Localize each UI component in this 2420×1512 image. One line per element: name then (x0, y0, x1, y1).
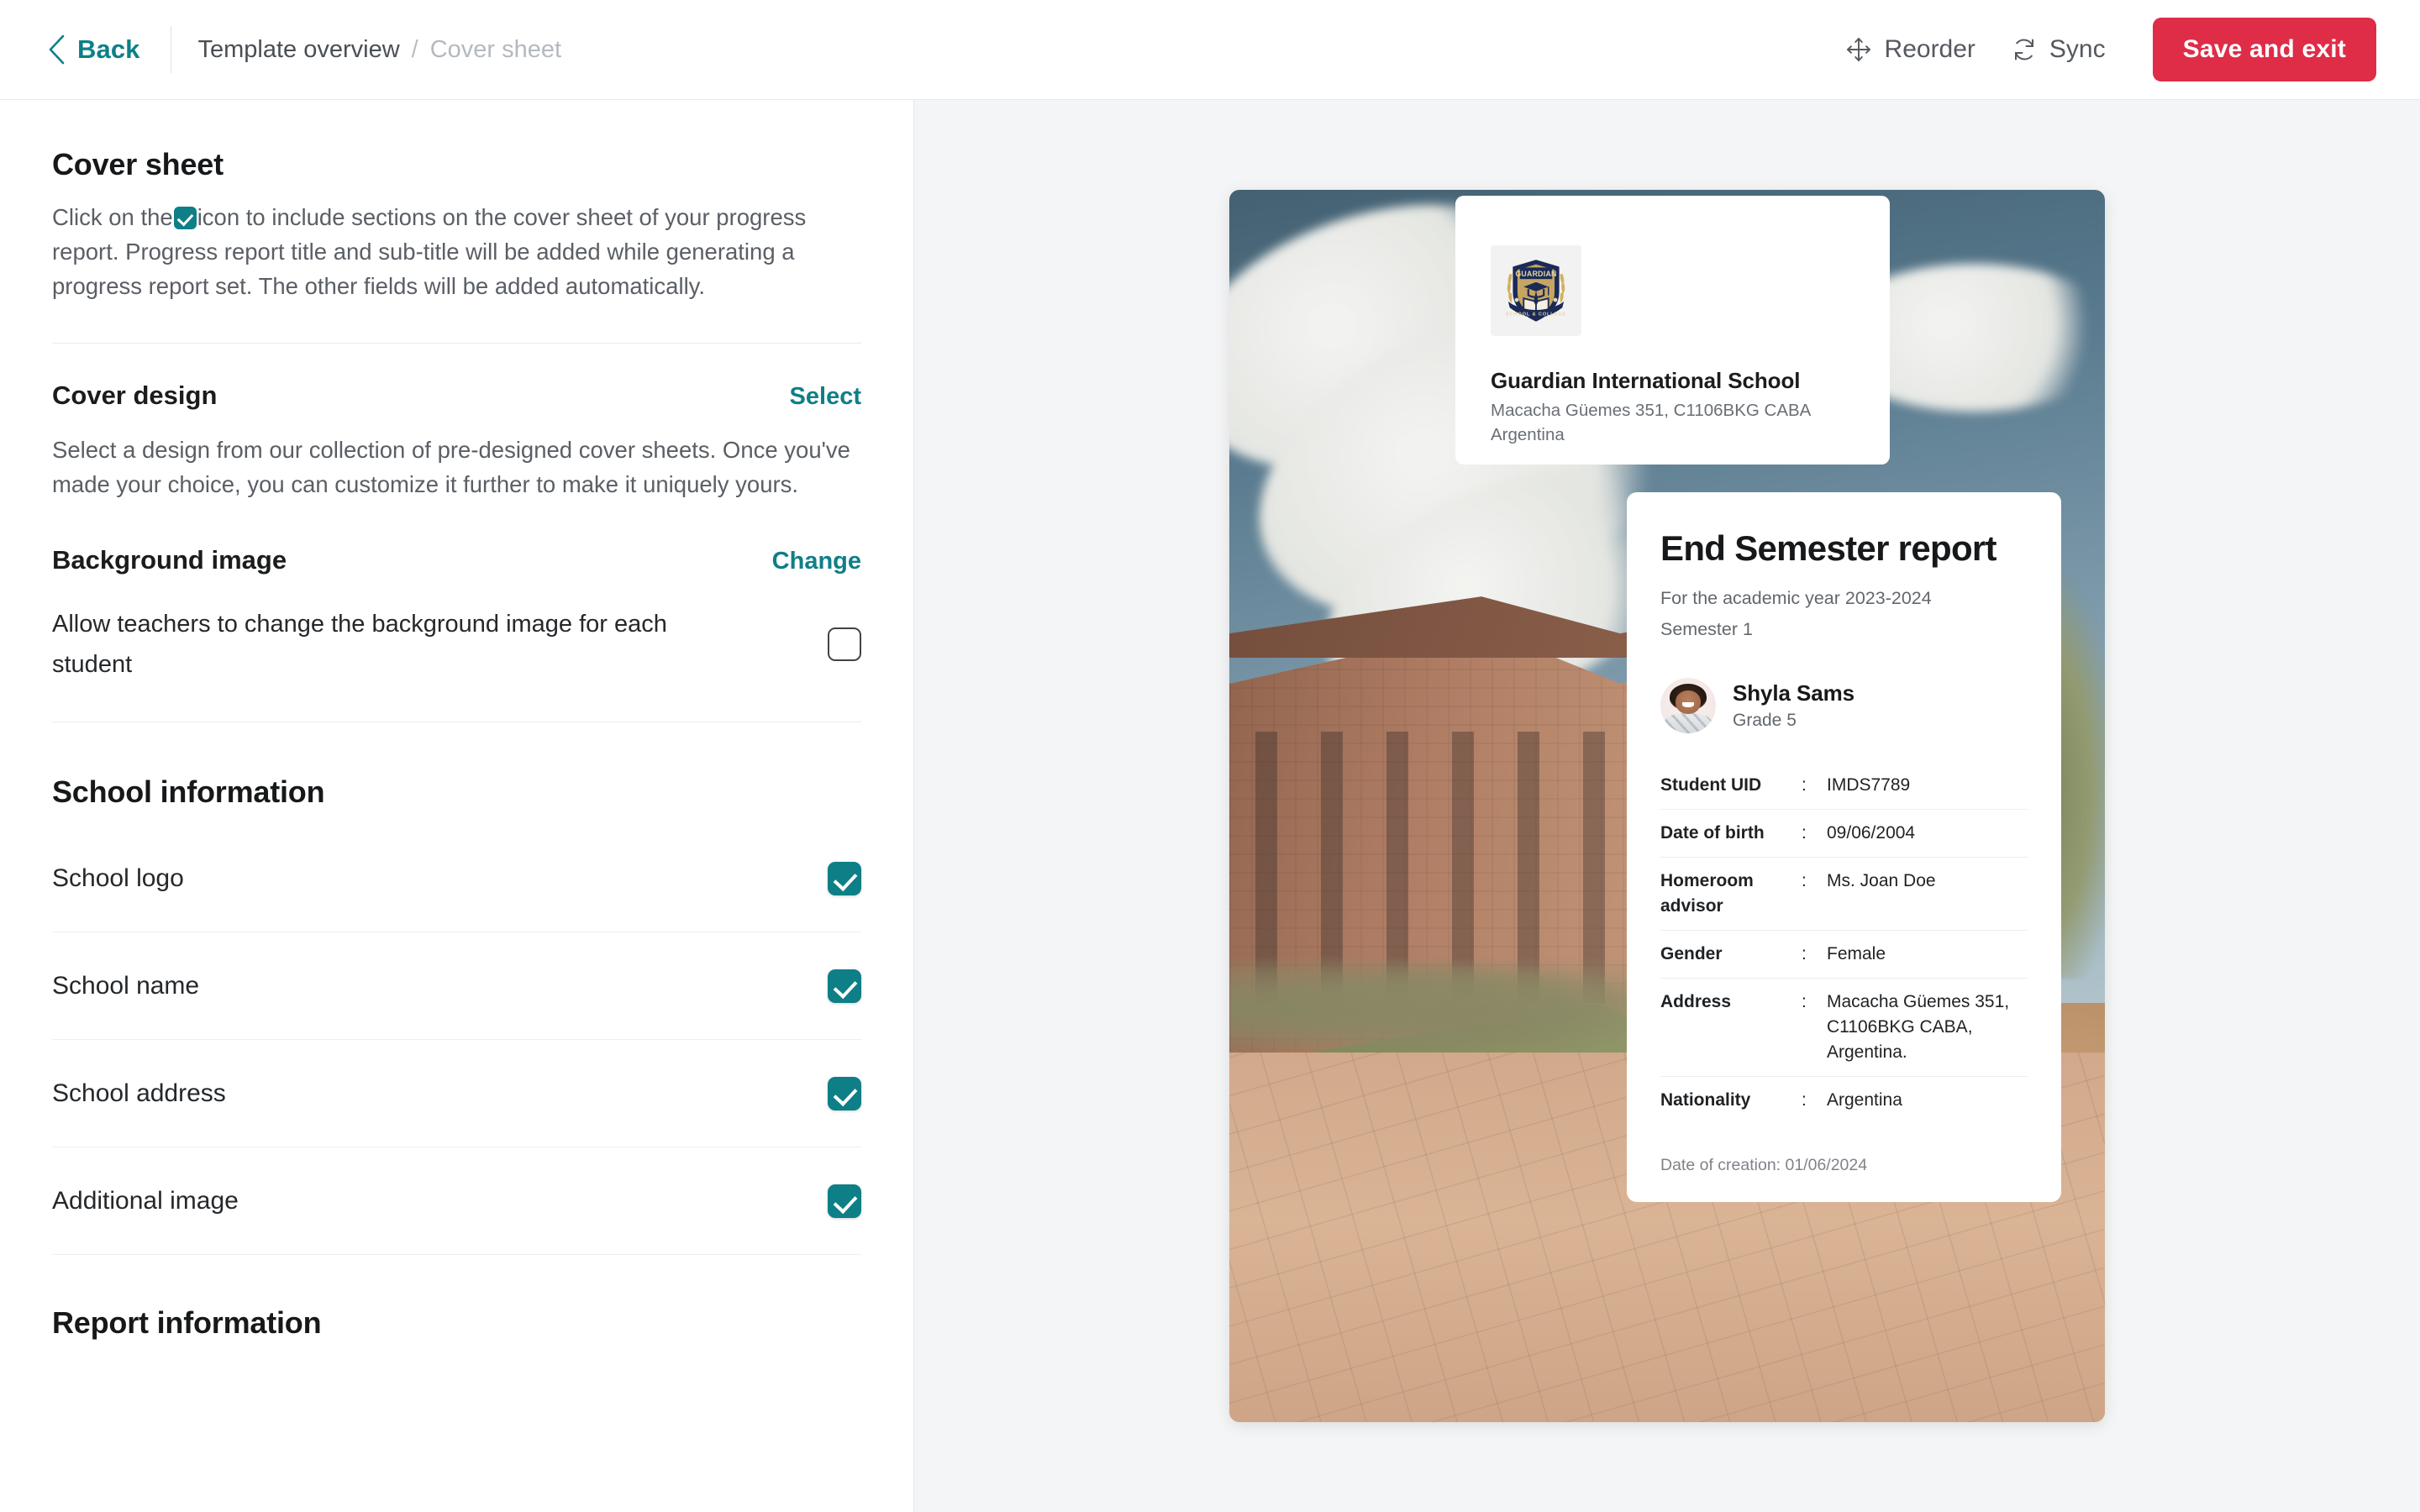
school-info-card: GUARDIAN SCHOOL & COLLEGE Guardian Inter… (1455, 196, 1890, 465)
option-label-school-name: School name (52, 971, 200, 1000)
intro-text-part1: Click on the (52, 204, 173, 230)
detail-key-nationality: Nationality (1660, 1090, 1751, 1110)
preview-student-row: Shyla Sams Grade 5 (1660, 678, 2028, 733)
table-row: Student UID : IMDS7789 (1660, 762, 2028, 810)
cover-design-description: Select a design from our collection of p… (52, 437, 850, 497)
option-label-school-logo: School logo (52, 864, 184, 892)
option-label-school-address: School address (52, 1079, 226, 1107)
detail-separator: : (1802, 930, 1827, 979)
back-button[interactable]: Back (47, 34, 140, 65)
sync-button[interactable]: Sync (2011, 35, 2106, 64)
detail-value-student-uid: IMDS7789 (1827, 762, 2028, 810)
cover-sheet-preview: GUARDIAN SCHOOL & COLLEGE Guardian Inter… (1229, 190, 2105, 1422)
background-image-heading: Background image (52, 545, 287, 575)
school-crest-icon: GUARDIAN SCHOOL & COLLEGE (1506, 260, 1566, 322)
checkbox-school-logo[interactable] (828, 861, 861, 895)
detail-separator: : (1802, 809, 1827, 858)
table-row: Homeroom advisor : Ms. Joan Doe (1660, 857, 2028, 931)
preview-school-address: Macacha Güemes 351, C1106BKG CABA Argent… (1491, 401, 1811, 444)
detail-key-address: Address (1660, 978, 1802, 1077)
preview-student-grade: Grade 5 (1733, 711, 1797, 730)
detail-key-gender: Gender (1660, 930, 1802, 979)
reorder-button[interactable]: Reorder (1844, 35, 1975, 64)
school-logo: GUARDIAN SCHOOL & COLLEGE (1491, 245, 1581, 336)
section-divider (52, 343, 861, 344)
detail-separator: : (1802, 762, 1827, 810)
preview-panel: GUARDIAN SCHOOL & COLLEGE Guardian Inter… (914, 100, 2420, 1512)
detail-value-nationality: Argentina (1827, 1090, 1902, 1110)
report-details-card: End Semester report For the academic yea… (1627, 492, 2061, 1202)
option-row-school-logo[interactable]: School logo (52, 825, 861, 932)
student-details-table: Student UID : IMDS7789 Date of birth : 0… (1660, 762, 2028, 1124)
detail-separator: : (1802, 1090, 1807, 1110)
option-row-school-address[interactable]: School address (52, 1040, 861, 1147)
table-row: Address : Macacha Güemes 351, C1106BKG C… (1660, 978, 2028, 1077)
avatar-smile (1682, 702, 1694, 707)
toolbar-actions: Reorder Sync Save and exit (1844, 18, 2376, 81)
detail-value-address: Macacha Güemes 351, C1106BKG CABA, Argen… (1827, 978, 2028, 1077)
school-information-heading: School information (52, 774, 325, 809)
cover-design-select-link[interactable]: Select (790, 383, 861, 411)
sync-label: Sync (2049, 35, 2106, 63)
preview-semester: Semester 1 (1660, 619, 1753, 639)
detail-value-date-of-birth: 09/06/2004 (1827, 809, 2028, 858)
svg-text:SCHOOL & COLLEGE: SCHOOL & COLLEGE (1506, 312, 1566, 317)
allow-teachers-label: Allow teachers to change the background … (52, 611, 667, 678)
back-label: Back (77, 34, 140, 64)
reorder-label: Reorder (1884, 35, 1975, 63)
sync-icon (2014, 39, 2033, 60)
page-title: Cover sheet (52, 147, 224, 181)
table-row: Date of birth : 09/06/2004 (1660, 809, 2028, 858)
background-image-section-header: Background image Change (52, 545, 861, 575)
avatar-shirt (1665, 713, 1712, 733)
move-arrows-icon (1846, 38, 1870, 61)
detail-key-homeroom-advisor: Homeroom advisor (1660, 857, 1802, 931)
preview-creation-date: Date of creation: 01/06/2024 (1660, 1156, 1868, 1174)
preview-school-name: Guardian International School (1491, 368, 1801, 393)
detail-separator: : (1802, 978, 1827, 1077)
detail-key-date-of-birth: Date of birth (1660, 809, 1802, 858)
checkbox-additional-image[interactable] (828, 1184, 861, 1218)
allow-teachers-row: Allow teachers to change the background … (52, 604, 861, 685)
background-image-change-link[interactable]: Change (772, 548, 861, 575)
option-row-additional-image[interactable]: Additional image (52, 1147, 861, 1255)
breadcrumb: Template overview / Cover sheet (198, 36, 562, 64)
preview-student-name: Shyla Sams (1733, 680, 1854, 706)
cover-design-heading: Cover design (52, 381, 218, 410)
panel-intro-text: Click on the icon to include sections on … (52, 200, 861, 303)
detail-separator: : (1802, 857, 1827, 931)
option-row-school-name[interactable]: School name (52, 932, 861, 1040)
page-body: Cover sheet Click on the icon to include … (0, 100, 2420, 1512)
allow-teachers-checkbox[interactable] (828, 627, 861, 661)
breadcrumb-separator: / (411, 35, 418, 63)
breadcrumb-item-template-overview[interactable]: Template overview (198, 36, 400, 64)
table-row: Gender : Female (1660, 930, 2028, 979)
checkbox-school-address[interactable] (828, 1076, 861, 1110)
option-label-additional-image: Additional image (52, 1186, 239, 1215)
cover-design-section-header: Cover design Select (52, 381, 861, 411)
checkbox-school-name[interactable] (828, 969, 861, 1003)
preview-academic-year: For the academic year 2023-2024 (1660, 588, 1932, 608)
settings-panel: Cover sheet Click on the icon to include … (0, 100, 914, 1512)
student-avatar (1660, 678, 1716, 733)
school-information-options: School logo School name School address A… (52, 825, 861, 1255)
top-app-bar: Back Template overview / Cover sheet Reo… (0, 0, 2420, 100)
student-identity: Shyla Sams Grade 5 (1733, 680, 1854, 731)
save-and-exit-button[interactable]: Save and exit (2152, 18, 2376, 81)
table-row: Nationality : Argentina (1660, 1077, 2028, 1125)
chevron-left-icon (49, 34, 65, 65)
detail-value-homeroom-advisor: Ms. Joan Doe (1827, 857, 2028, 931)
detail-key-student-uid: Student UID (1660, 762, 1802, 810)
detail-value-gender: Female (1827, 930, 2028, 979)
svg-text:GUARDIAN: GUARDIAN (1515, 270, 1556, 278)
inline-checkbox-icon (173, 207, 197, 229)
breadcrumb-item-cover-sheet: Cover sheet (429, 35, 562, 63)
preview-report-title: End Semester report (1660, 528, 1997, 568)
report-information-heading: Report information (52, 1305, 322, 1340)
